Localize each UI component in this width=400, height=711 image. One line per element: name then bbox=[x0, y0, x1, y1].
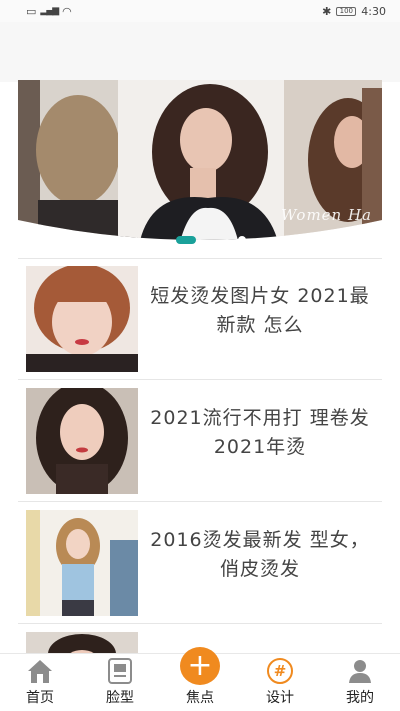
plus-icon: + bbox=[180, 647, 220, 685]
tab-home[interactable]: 首页 bbox=[0, 654, 80, 711]
status-right: ✱ 100 4:30 bbox=[322, 5, 386, 18]
tab-label: 设计 bbox=[266, 690, 294, 706]
divider bbox=[18, 501, 382, 502]
divider bbox=[18, 258, 382, 259]
article-title: 2021流行不用打 理卷发 2021年烫 bbox=[150, 407, 370, 458]
signal-icon: ▂▄▆ bbox=[40, 6, 59, 16]
status-bar: ▭ ▂▄▆ ◠ ✱ 100 4:30 bbox=[0, 0, 400, 22]
list-item[interactable]: 2021流行不用打 理卷发 2021年烫 bbox=[18, 382, 382, 494]
article-title: 短发烫发图片女 2021最新款 怎么 bbox=[150, 285, 370, 336]
tab-label: 脸型 bbox=[106, 690, 134, 706]
list-item[interactable]: 2016烫发最新发 型女，俏皮烫发 bbox=[18, 504, 382, 616]
wifi-icon: ◠ bbox=[62, 4, 72, 18]
user-icon bbox=[346, 657, 374, 685]
home-icon bbox=[26, 657, 54, 685]
hash-icon: # bbox=[266, 657, 294, 685]
tab-focus[interactable]: + 焦点 bbox=[160, 647, 240, 711]
tab-mine[interactable]: 我的 bbox=[320, 654, 400, 711]
status-left: ▭ ▂▄▆ ◠ bbox=[26, 5, 72, 18]
tab-design[interactable]: # 设计 bbox=[240, 654, 320, 711]
banner-image bbox=[18, 80, 382, 240]
face-shape-icon bbox=[106, 657, 134, 685]
bottom-tab-bar: 首页 脸型 + 焦点 # 设计 我的 bbox=[0, 647, 400, 711]
bluetooth-icon: ✱ bbox=[322, 4, 332, 18]
article-title: 2016烫发最新发 型女，俏皮烫发 bbox=[150, 529, 370, 580]
divider bbox=[18, 623, 382, 624]
header-area bbox=[0, 22, 400, 82]
tab-label: 我的 bbox=[346, 690, 374, 706]
tab-label: 首页 bbox=[26, 690, 54, 706]
banner-caption: Women Ha bbox=[281, 206, 372, 224]
divider bbox=[18, 379, 382, 380]
carousel-indicator[interactable] bbox=[238, 236, 246, 244]
article-thumbnail bbox=[26, 510, 138, 616]
sim-icon: ▭ bbox=[26, 4, 37, 18]
article-thumbnail bbox=[26, 388, 138, 494]
tab-face-shape[interactable]: 脸型 bbox=[80, 654, 160, 711]
battery-icon: 100 bbox=[336, 6, 357, 16]
list-item[interactable]: 短发烫发图片女 2021最新款 怎么 bbox=[18, 260, 382, 372]
article-thumbnail bbox=[26, 266, 138, 372]
banner-carousel[interactable]: Women Ha bbox=[18, 80, 382, 250]
status-time: 4:30 bbox=[361, 4, 386, 18]
tab-label: 焦点 bbox=[186, 690, 214, 706]
carousel-indicator-active[interactable] bbox=[176, 236, 196, 244]
